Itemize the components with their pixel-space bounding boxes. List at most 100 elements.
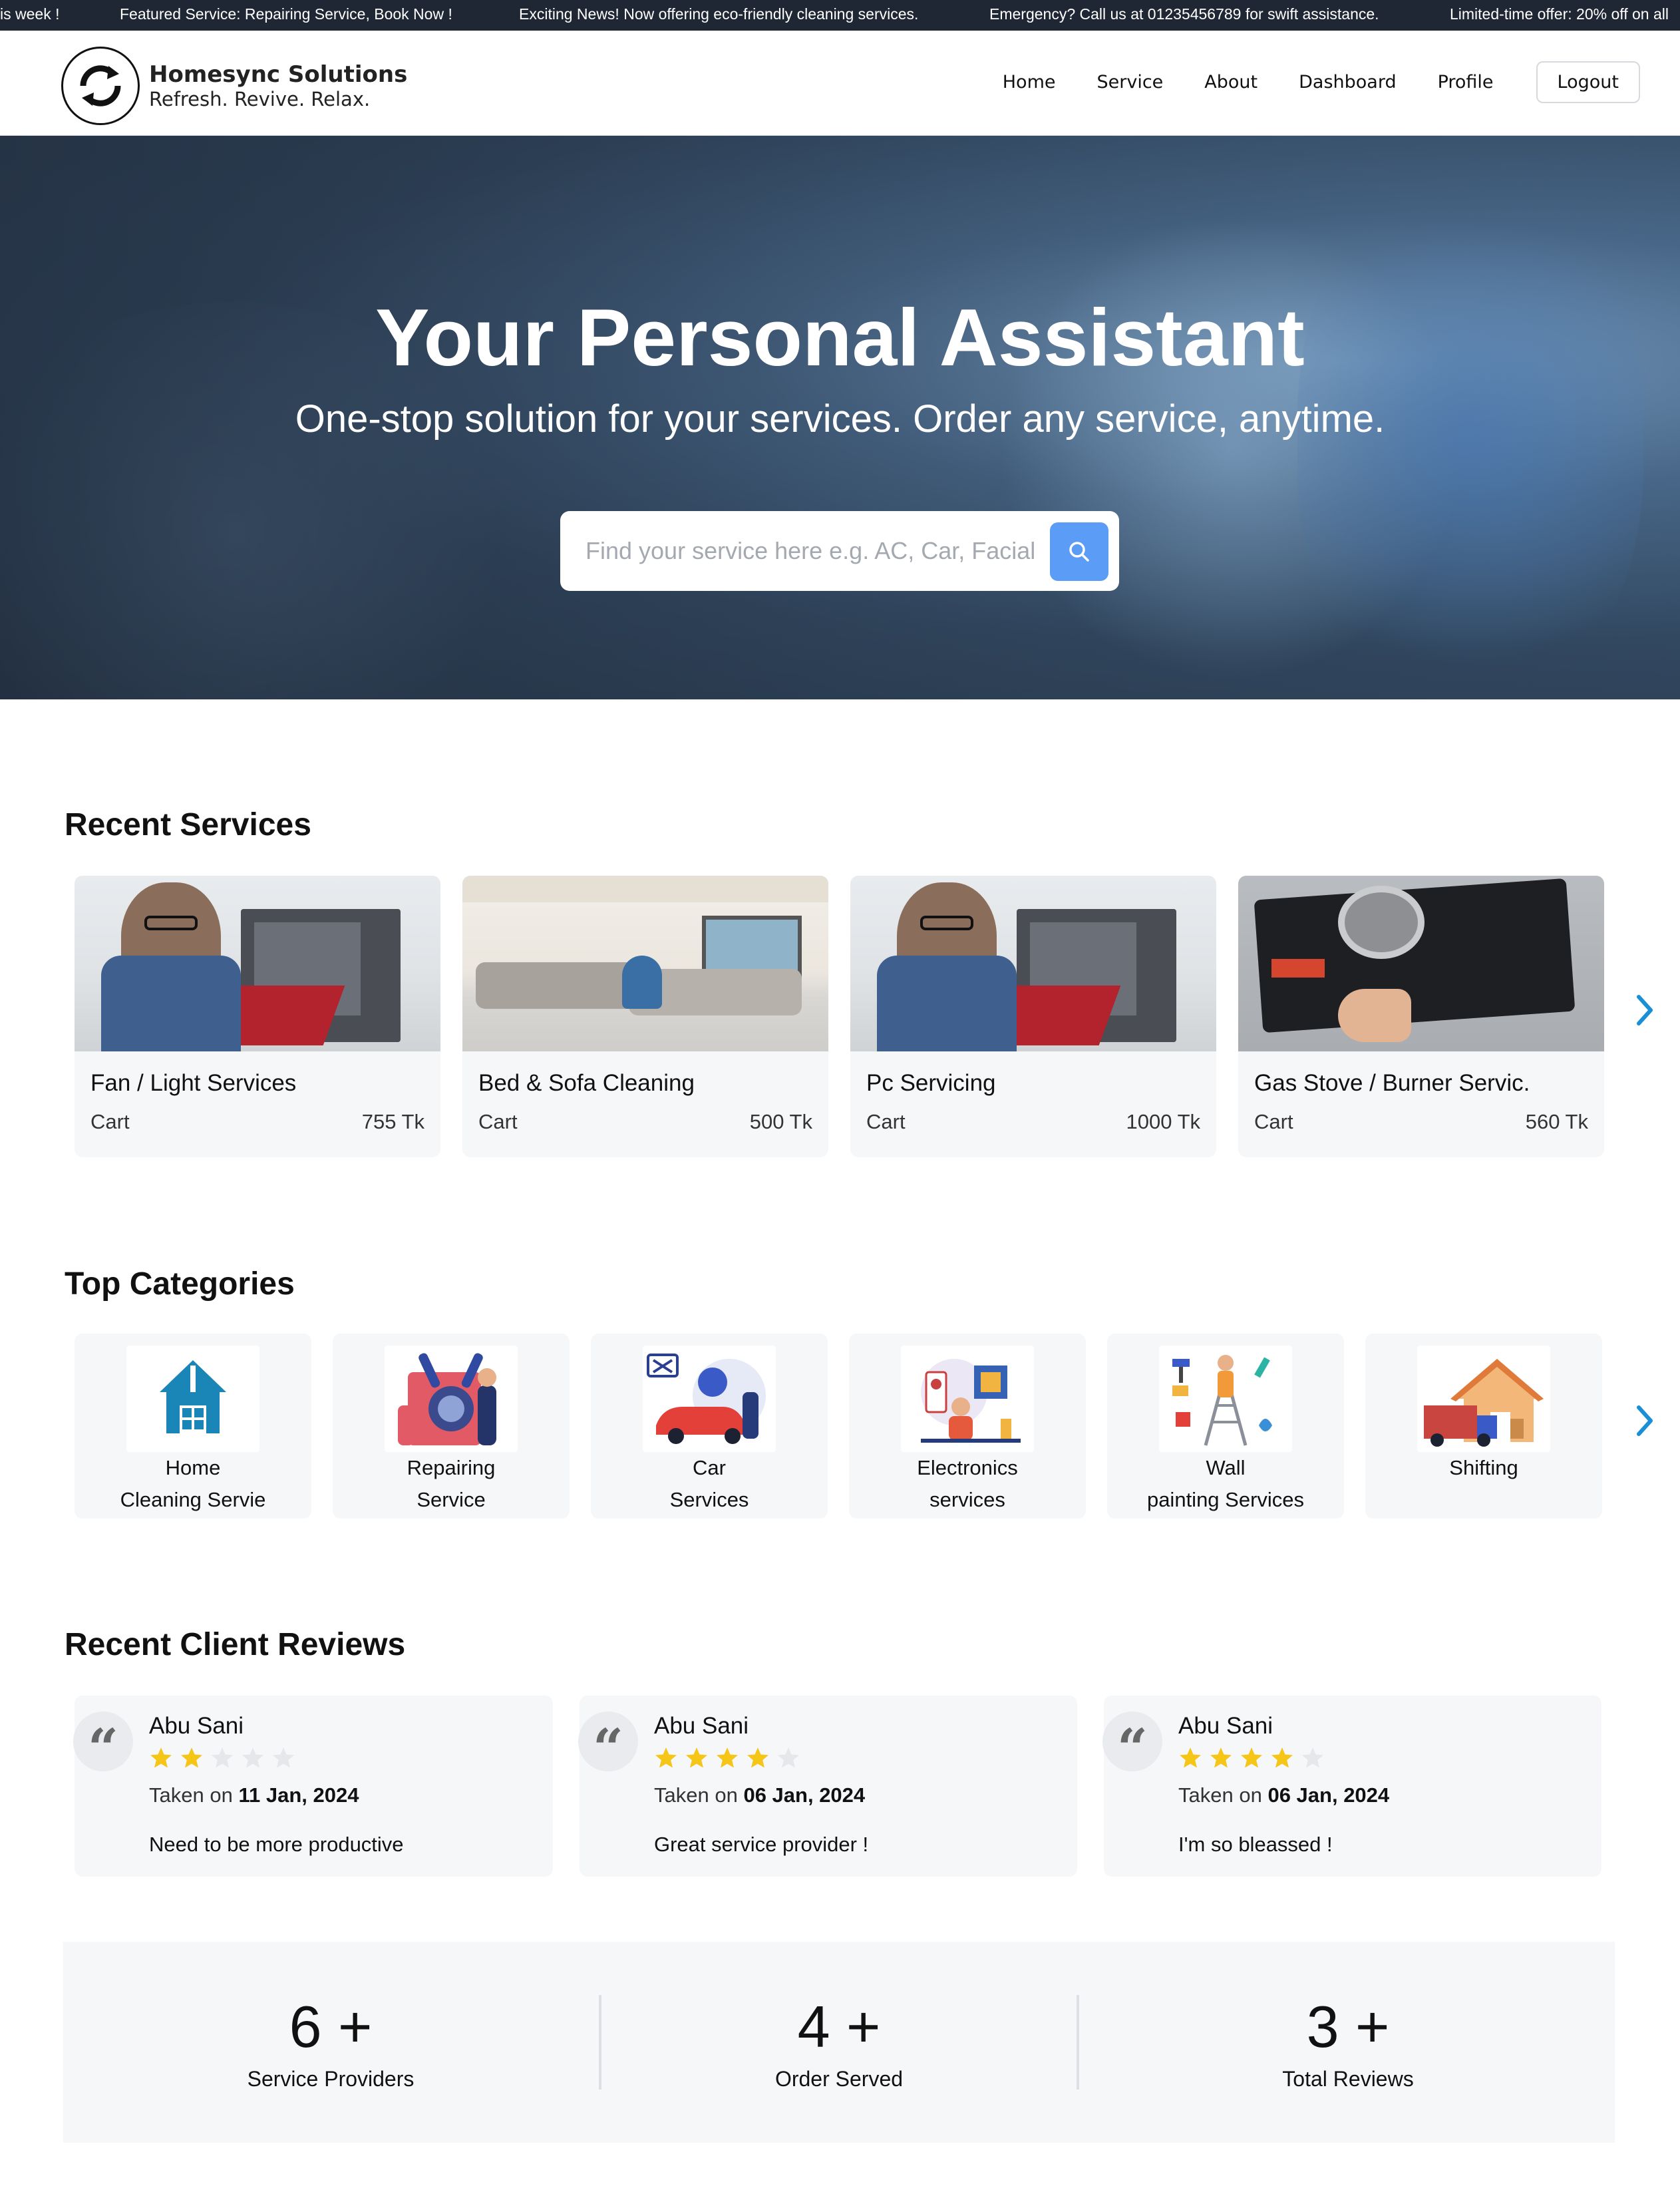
category-card[interactable]: Shifting: [1365, 1334, 1602, 1519]
cart-link[interactable]: Cart: [866, 1110, 906, 1134]
reviewer-name: Abu Sani: [149, 1713, 244, 1739]
star-rating: [654, 1746, 807, 1770]
cart-link[interactable]: Cart: [90, 1110, 130, 1134]
hero-subtitle: One-stop solution for your services. Ord…: [295, 397, 1385, 441]
star-empty-icon: [778, 1747, 799, 1768]
stat-label: Service Providers: [247, 2067, 415, 2091]
category-label: Home: [165, 1456, 221, 1479]
quote-icon: “: [578, 1712, 638, 1779]
category-card[interactable]: Home Cleaning Servie: [75, 1334, 311, 1519]
category-label: Cleaning Servie: [120, 1488, 266, 1511]
service-name: Pc Servicing: [866, 1070, 996, 1096]
category-label: Repairing: [407, 1456, 496, 1479]
service-search-bar: [560, 511, 1119, 591]
search-input[interactable]: [574, 523, 1039, 579]
stat-total-reviews: 3 + Total Reviews: [1148, 1995, 1548, 2092]
cart-link[interactable]: Cart: [1254, 1110, 1293, 1134]
nav-home[interactable]: Home: [1003, 72, 1056, 92]
shifting-icon: [1417, 1346, 1550, 1452]
nav-service[interactable]: Service: [1096, 72, 1163, 92]
home-cleaning-icon: [126, 1346, 259, 1452]
logout-button[interactable]: Logout: [1536, 61, 1640, 103]
service-card[interactable]: Pc Servicing Cart 1000 Tk: [850, 876, 1216, 1157]
stat-divider: [599, 1995, 601, 2090]
stat-label: Order Served: [774, 2067, 904, 2091]
recent-services-carousel: Fan / Light Services Cart 755 Tk Bed & S…: [75, 876, 1626, 1157]
star-filled-icon: [150, 1747, 172, 1768]
review-date: 06 Jan, 2024: [743, 1783, 866, 1807]
category-card[interactable]: Wall painting Services: [1107, 1334, 1344, 1519]
announcement-ticker: is week ! Featured Service: Repairing Se…: [0, 0, 1680, 31]
review-text: Great service provider !: [654, 1833, 869, 1856]
service-name: Gas Stove / Burner Servic.: [1254, 1070, 1530, 1096]
star-filled-icon: [1210, 1747, 1232, 1768]
stat-number: 4 +: [797, 1994, 881, 2060]
star-rating: [1178, 1746, 1331, 1770]
repairing-icon: [385, 1346, 518, 1452]
electronics-icon: [901, 1346, 1034, 1452]
category-label: services: [929, 1488, 1005, 1511]
star-filled-icon: [1271, 1747, 1293, 1768]
chevron-right-icon: [1637, 995, 1653, 1025]
star-filled-icon: [181, 1747, 202, 1768]
nav-about[interactable]: About: [1204, 72, 1258, 92]
taken-on-label: Taken on: [149, 1783, 233, 1807]
reviewer-name: Abu Sani: [654, 1713, 749, 1739]
pc-repair-image: [850, 876, 1216, 1051]
service-card[interactable]: Fan / Light Services Cart 755 Tk: [75, 876, 440, 1157]
brand-name: Homesync Solutions: [149, 61, 408, 88]
service-card[interactable]: Bed & Sofa Cleaning Cart 500 Tk: [462, 876, 828, 1157]
quote-icon: “: [73, 1712, 133, 1779]
service-name: Bed & Sofa Cleaning: [478, 1070, 695, 1096]
search-icon: [1069, 542, 1089, 562]
review-date: 06 Jan, 2024: [1267, 1783, 1390, 1807]
star-empty-icon: [273, 1747, 294, 1768]
review-card: “ Abu Sani Taken on 06 Jan, 2024 Great s…: [578, 1696, 1077, 1877]
brand-logo[interactable]: Homesync Solutions Refresh. Revive. Rela…: [61, 47, 407, 125]
services-next-arrow[interactable]: [1631, 990, 1658, 1030]
stat-order-served: 4 + Order Served: [639, 1995, 1039, 2092]
review-date: 11 Jan, 2024: [238, 1783, 359, 1807]
category-label: Services: [669, 1488, 749, 1511]
service-name: Fan / Light Services: [90, 1070, 297, 1096]
service-price: 1000 Tk: [1126, 1110, 1200, 1133]
gas-stove-image: [1238, 876, 1604, 1051]
reviewer-name: Abu Sani: [1178, 1713, 1273, 1739]
stat-service-providers: 6 + Service Providers: [131, 1995, 530, 2092]
chevron-right-icon: [1637, 1405, 1653, 1436]
category-label: Car: [693, 1456, 726, 1479]
top-categories-carousel: Home Cleaning Servie Repairing Service C…: [75, 1334, 1623, 1519]
quote-icon: “: [1102, 1712, 1162, 1779]
review-card: “ Abu Sani Taken on 06 Jan, 2024 I'm so …: [1102, 1696, 1601, 1877]
star-empty-icon: [242, 1747, 263, 1768]
brand-tagline: Refresh. Revive. Relax.: [149, 88, 371, 110]
pc-repair-image: [75, 876, 440, 1051]
star-filled-icon: [1241, 1747, 1262, 1768]
category-card[interactable]: Car Services: [591, 1334, 828, 1519]
nav-dashboard[interactable]: Dashboard: [1299, 72, 1396, 92]
category-card[interactable]: Electronics services: [849, 1334, 1086, 1519]
top-categories-title: Top Categories: [65, 1266, 295, 1302]
ticker-item: Exciting News! Now offering eco-friendly…: [519, 5, 919, 23]
star-empty-icon: [212, 1747, 233, 1768]
category-card[interactable]: Repairing Service: [333, 1334, 570, 1519]
search-button[interactable]: [1050, 522, 1108, 581]
ticker-item: Limited-time offer: 20% off on all: [1450, 5, 1669, 23]
stat-label: Total Reviews: [1282, 2067, 1414, 2091]
ticker-item: Featured Service: Repairing Service, Boo…: [120, 5, 452, 23]
star-filled-icon: [686, 1747, 707, 1768]
category-label: painting Services: [1146, 1488, 1305, 1511]
service-price: 500 Tk: [749, 1110, 812, 1133]
service-price: 560 Tk: [1525, 1110, 1588, 1133]
service-card[interactable]: Gas Stove / Burner Servic. Cart 560 Tk: [1238, 876, 1604, 1157]
nav-profile[interactable]: Profile: [1438, 72, 1494, 92]
ticker-item: is week !: [0, 5, 60, 23]
review-text: I'm so bleassed !: [1178, 1833, 1333, 1856]
taken-on-label: Taken on: [1178, 1783, 1262, 1807]
review-card: “ Abu Sani Taken on 11 Jan, 2024 Need to…: [73, 1696, 553, 1877]
categories-next-arrow[interactable]: [1631, 1401, 1658, 1441]
car-service-icon: [643, 1346, 776, 1452]
site-header: Homesync Solutions Refresh. Revive. Rela…: [0, 31, 1680, 136]
cart-link[interactable]: Cart: [478, 1110, 518, 1134]
stat-number: 6 +: [289, 1994, 373, 2060]
